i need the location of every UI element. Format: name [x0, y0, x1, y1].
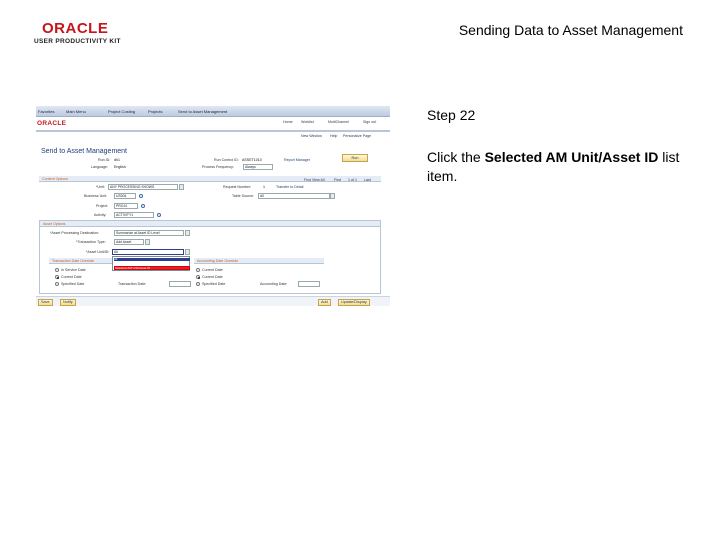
- asset-unit-dropdown-icon[interactable]: [185, 249, 190, 255]
- accounting-date-header: Accounting Date Override: [194, 258, 324, 264]
- business-unit-lookup-icon[interactable]: [139, 194, 143, 198]
- asset-dest-select[interactable]: Summarize at Asset ID Level: [114, 230, 184, 236]
- run-button[interactable]: Run: [342, 154, 368, 162]
- dropdown-option-all[interactable]: All: [114, 258, 190, 261]
- step-title: Step 22: [427, 107, 476, 123]
- mini-oracle-logo: ORACLE: [37, 120, 67, 127]
- current-date-label: Current Date: [61, 275, 82, 279]
- slide-title: Sending Data to Asset Management: [458, 22, 683, 38]
- recurrence-label: Process Frequency:: [202, 165, 234, 169]
- nav-project-costing[interactable]: Project Costing: [108, 109, 135, 114]
- step-instruction: Click the Selected AM Unit/Asset ID list…: [427, 148, 697, 186]
- application-screenshot: Favorites Main Menu Project Costing Proj…: [36, 106, 390, 308]
- table-source-label: Table Source:: [232, 194, 254, 198]
- transaction-type-dropdown-icon[interactable]: [145, 239, 150, 245]
- dropdown-option-blank[interactable]: [114, 262, 190, 265]
- table-source-select[interactable]: All: [258, 193, 330, 199]
- acct-in-service-label: Current Date: [202, 268, 223, 272]
- project-label: Project:: [96, 204, 109, 208]
- nav-send-to-am[interactable]: Send to Asset Management: [178, 109, 227, 114]
- business-unit-label: Business Unit:: [84, 194, 107, 198]
- accounting-date-header-label: Accounting Date Override: [197, 259, 239, 263]
- radio-specified-date[interactable]: [55, 282, 59, 286]
- last-link[interactable]: Last: [364, 178, 371, 182]
- acct-current-label: Current Date: [202, 275, 223, 279]
- project-input[interactable]: PROJ4: [114, 203, 138, 209]
- asset-dest-dropdown-icon[interactable]: [185, 230, 190, 236]
- save-button[interactable]: Save: [38, 299, 53, 306]
- language-value: English: [114, 165, 126, 169]
- link-help[interactable]: Help: [330, 134, 337, 138]
- report-manager-link[interactable]: Report Manager: [284, 158, 310, 162]
- activity-input[interactable]: ACTIVITY1: [114, 212, 154, 218]
- radio-current-date[interactable]: [55, 275, 59, 279]
- oracle-upk-logo: ORACLE USER PRODUCTIVITY KIT: [34, 20, 124, 48]
- radio-acct-current[interactable]: [196, 275, 200, 279]
- view-all-link[interactable]: View All: [312, 178, 325, 182]
- recurrence-select[interactable]: Always: [243, 164, 273, 170]
- asset-options-label: Asset Options: [43, 222, 66, 226]
- nav-main-menu[interactable]: Main Menu: [66, 109, 86, 114]
- in-service-label: In Service Date: [61, 268, 86, 272]
- business-unit-input[interactable]: US004: [114, 193, 136, 199]
- accounting-date-field-label: Accounting Date:: [260, 282, 288, 286]
- asset-unit-label: *Asset Unit/ID:: [86, 250, 110, 254]
- unit-label: *Unit:: [96, 185, 105, 189]
- page-title: Send to Asset Management: [41, 148, 127, 155]
- accounting-date-input[interactable]: [298, 281, 320, 287]
- asset-unit-dropdown-list: All Selected AM Unit/Asset ID: [112, 256, 190, 271]
- run-control-label: Run Control ID:: [214, 158, 239, 162]
- link-home[interactable]: Home: [283, 120, 293, 124]
- link-new-window[interactable]: New Window: [301, 134, 322, 138]
- dropdown-option-selected-am-unit[interactable]: Selected AM Unit/Asset ID: [114, 266, 190, 270]
- activity-lookup-icon[interactable]: [157, 213, 161, 217]
- logo-subtitle: USER PRODUCTIVITY KIT: [34, 38, 121, 45]
- notify-button[interactable]: Notify: [60, 299, 76, 306]
- transaction-type-select[interactable]: Add Asset: [114, 239, 144, 245]
- radio-in-service[interactable]: [55, 268, 59, 272]
- transaction-type-label: *Transaction Type:: [76, 240, 106, 244]
- activity-label: Activity:: [94, 213, 107, 217]
- language-label: Language:: [91, 165, 108, 169]
- request-number-value: 1: [263, 185, 265, 189]
- nav-projects[interactable]: Projects: [148, 109, 162, 114]
- unit-dropdown-icon[interactable]: [179, 184, 184, 190]
- row-count: 1 of 1: [348, 178, 357, 182]
- transaction-date-field-label: Transaction Date:: [118, 282, 147, 286]
- run-id-value: dh1: [114, 158, 120, 162]
- first-link[interactable]: First: [334, 178, 341, 182]
- radio-acct-in-service[interactable]: [196, 268, 200, 272]
- project-lookup-icon[interactable]: [141, 204, 145, 208]
- asset-unit-select[interactable]: All: [112, 249, 184, 255]
- link-signout[interactable]: Sign out: [363, 120, 376, 124]
- logo-word: ORACLE: [42, 20, 109, 37]
- table-source-dropdown-icon[interactable]: [330, 193, 335, 199]
- transfer-detail-link[interactable]: Transfer to Detail: [276, 185, 303, 189]
- link-worklist[interactable]: Worklist: [301, 120, 314, 124]
- footer-toolbar: Save Notify Add Update/Display: [36, 296, 390, 306]
- radio-acct-specified[interactable]: [196, 282, 200, 286]
- request-number-label: Request Number:: [223, 185, 252, 189]
- header-divider: [36, 130, 390, 132]
- link-personalize[interactable]: Personalize Page: [343, 134, 371, 138]
- nav-bar: Favorites Main Menu Project Costing Proj…: [36, 106, 390, 117]
- acct-specified-label: Specified Date: [202, 282, 226, 286]
- find-link[interactable]: Find: [304, 178, 311, 182]
- asset-options-header: Asset Options: [40, 221, 380, 227]
- run-control-value: ASSET1010: [242, 158, 262, 162]
- asset-dest-label: *Asset Processing Destination:: [50, 231, 100, 235]
- unit-select[interactable]: ANY PROCESSING SHOWS: [108, 184, 178, 190]
- link-multichannel[interactable]: MultiChannel: [328, 120, 349, 124]
- specified-date-label: Specified Date: [61, 282, 85, 286]
- content-options-label: Content Options: [42, 177, 68, 181]
- instruction-pre: Click the: [427, 149, 485, 165]
- transaction-date-label: Transaction Date Override: [52, 259, 95, 263]
- instruction-target: Selected AM Unit/Asset ID: [484, 149, 659, 165]
- nav-favorites[interactable]: Favorites: [38, 109, 54, 114]
- update-display-button[interactable]: Update/Display: [338, 299, 370, 306]
- transaction-date-input[interactable]: [169, 281, 191, 287]
- add-button[interactable]: Add: [318, 299, 331, 306]
- content-options-header: Content Options: [39, 176, 381, 182]
- run-id-label: Run ID:: [98, 158, 111, 162]
